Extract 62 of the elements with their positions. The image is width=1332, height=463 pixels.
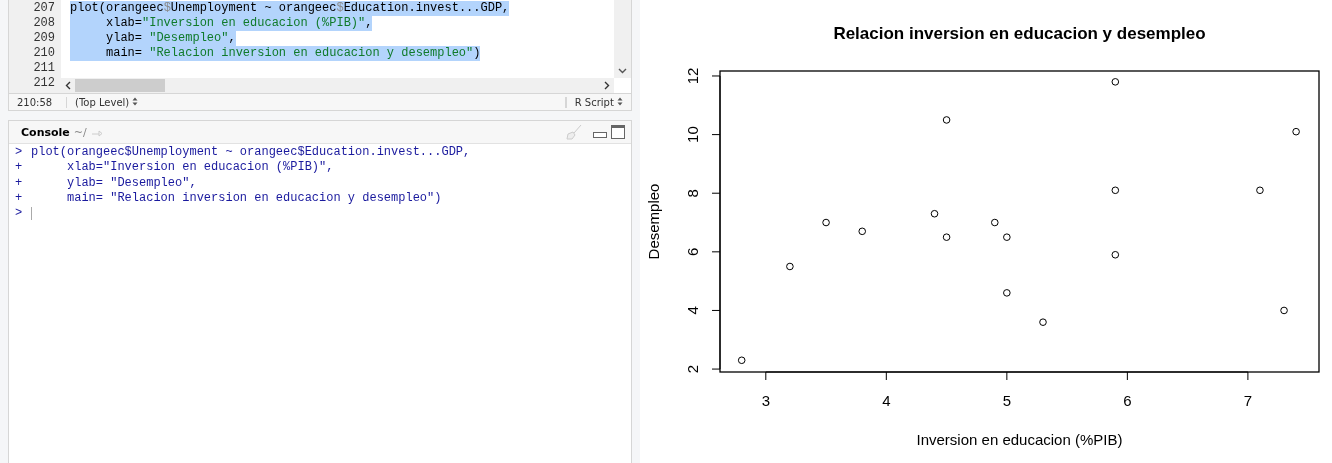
text-cursor — [31, 207, 32, 221]
data-point — [1111, 186, 1120, 195]
y-tick-label: 2 — [684, 364, 701, 374]
data-point — [942, 233, 951, 241]
x-tick-label: 5 — [1002, 392, 1011, 409]
console-prompt: + — [15, 190, 24, 207]
data-point — [1111, 250, 1120, 259]
data-point — [930, 209, 939, 218]
line-number: 209 — [32, 31, 56, 46]
line-number: 211 — [32, 61, 56, 76]
data-point — [822, 218, 830, 227]
line-number: 212 — [32, 76, 56, 91]
x-tick-label: 3 — [761, 392, 770, 409]
console-command: xlab="Inversion en educacion (%PIB)", — [66, 160, 334, 176]
console-command: plot(orangeec$Unemployment ~ orangeec$Education.invest...GDP, — [31, 145, 471, 161]
data-point — [858, 227, 866, 236]
minimize-icon[interactable] — [593, 131, 607, 139]
y-tick-label: 12 — [684, 67, 701, 85]
vertical-scrollbar[interactable] — [614, 0, 631, 78]
line-number: 207 — [32, 1, 56, 16]
data-point — [991, 218, 999, 227]
file-type-selector[interactable]: R Script — [565, 96, 631, 108]
chevron-left-icon[interactable] — [65, 81, 71, 90]
data-point — [1039, 318, 1047, 326]
up-down-caret-icon[interactable] — [617, 96, 623, 106]
cursor-position: 210:58 — [9, 96, 67, 108]
console-prompt: > — [15, 145, 24, 161]
up-down-caret-icon[interactable] — [132, 96, 139, 106]
chevron-down-icon[interactable] — [618, 68, 627, 74]
console-command: ylab= "Desempleo", — [66, 175, 197, 191]
y-tick-label: 8 — [684, 189, 701, 198]
data-point — [1256, 186, 1264, 195]
y-tick-label: 10 — [684, 126, 701, 143]
data-point — [1280, 306, 1288, 315]
console-prompt: > — [15, 206, 24, 222]
console-prompt: + — [15, 160, 24, 176]
chevron-right-icon[interactable] — [604, 81, 610, 90]
line-number: 210 — [32, 46, 56, 61]
data-point — [786, 262, 794, 271]
data-point — [942, 116, 951, 124]
data-point — [1111, 78, 1120, 86]
data-point — [1292, 127, 1300, 136]
x-axis-label: Inversion en educacion (%PIB) — [916, 431, 1123, 448]
data-point — [1003, 233, 1011, 241]
console-command: main= "Relacion inversion en educacion y desempleo") — [66, 190, 442, 207]
scrollbar-thumb[interactable] — [75, 79, 165, 92]
x-tick-label: 4 — [882, 392, 891, 409]
y-tick-label: 4 — [684, 306, 701, 315]
console-prompt: + — [15, 175, 24, 191]
console-path[interactable]: ~/ — [73, 125, 87, 139]
y-axis-label: Desempleo — [645, 183, 662, 260]
console-title: Console — [21, 125, 70, 139]
horizontal-scrollbar[interactable] — [61, 78, 614, 93]
x-tick-label: 6 — [1123, 392, 1132, 409]
data-point — [1003, 289, 1011, 297]
data-point — [737, 356, 746, 365]
y-tick-label: 6 — [684, 247, 701, 256]
chart-title: Relacion inversion en educacion y desempleo — [833, 24, 1206, 43]
line-number: 208 — [32, 16, 56, 31]
maximize-icon[interactable] — [611, 125, 625, 139]
scope-selector[interactable]: (Top Level) — [67, 96, 566, 108]
x-tick-label: 7 — [1243, 392, 1253, 409]
